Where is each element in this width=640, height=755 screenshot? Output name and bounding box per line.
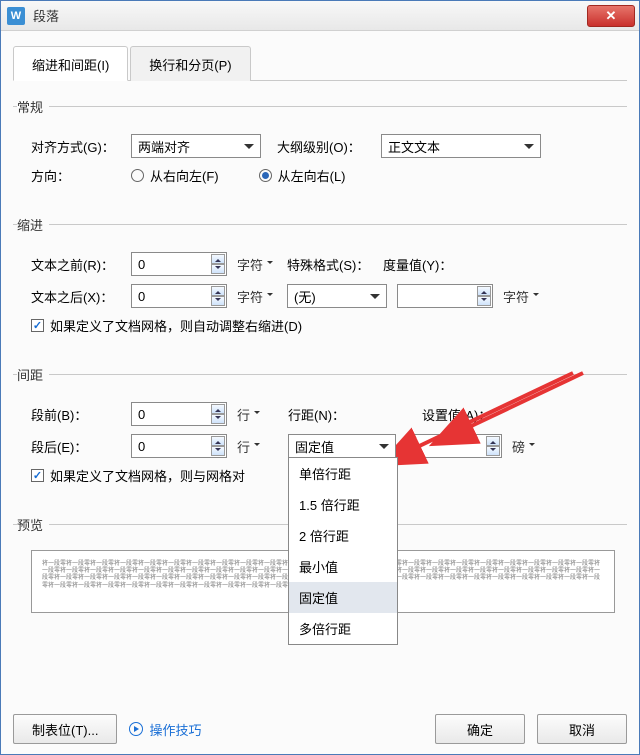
radio-icon <box>131 169 144 182</box>
label-space-before: 段前(B)： <box>31 405 121 424</box>
label-indent-after: 文本之后(X)： <box>31 287 121 306</box>
tab-indent-spacing[interactable]: 缩进和间距(I) <box>13 46 128 81</box>
section-spacing: 间距 段前(B)： 0 行 行距(N)： 设置值(A)： 段后(E)： 0 行 … <box>13 365 627 499</box>
unit-char-3[interactable]: 字符 <box>503 287 539 306</box>
label-alignment: 对齐方式(G)： <box>31 137 121 156</box>
label-line-spacing: 行距(N)： <box>288 405 368 424</box>
radio-rtl[interactable]: 从右向左(F) <box>131 166 219 185</box>
paragraph-dialog: W 段落 ✕ 缩进和间距(I) 换行和分页(P) 常规 对齐方式(G)： 两端对… <box>0 0 640 755</box>
checkbox-icon: ✓ <box>31 469 44 482</box>
select-special-format[interactable]: (无) <box>287 284 387 308</box>
close-icon: ✕ <box>606 8 617 24</box>
checkbox-icon: ✓ <box>31 319 44 332</box>
spin-set-value[interactable]: 1 <box>406 434 502 458</box>
spin-space-before[interactable]: 0 <box>131 402 227 426</box>
unit-line-2[interactable]: 行 <box>237 437 260 456</box>
section-indent: 缩进 文本之前(R)： 0 字符 特殊格式(S)： 度量值(Y)： 文本之后(X… <box>13 215 627 349</box>
ok-button[interactable]: 确定 <box>435 714 525 744</box>
select-outline-level[interactable]: 正文文本 <box>381 134 541 158</box>
dropdown-item[interactable]: 最小值 <box>289 551 397 582</box>
section-general: 常规 对齐方式(G)： 两端对齐 大纲级别(O)： 正文文本 方向： 从右向左(… <box>13 97 627 199</box>
radio-icon-checked <box>259 169 272 182</box>
label-indent-before: 文本之前(R)： <box>31 255 121 274</box>
titlebar: W 段落 ✕ <box>1 1 639 31</box>
tab-stops-button[interactable]: 制表位(T)... <box>13 714 117 744</box>
unit-char-1[interactable]: 字符 <box>237 255 273 274</box>
window-title: 段落 <box>33 6 587 25</box>
check-snap-to-grid[interactable]: ✓如果定义了文档网格，则与网格对 <box>31 466 245 485</box>
dropdown-line-spacing: 单倍行距 1.5 倍行距 2 倍行距 最小值 固定值 多倍行距 <box>288 457 398 645</box>
label-direction: 方向： <box>31 166 121 185</box>
spin-space-after[interactable]: 0 <box>131 434 227 458</box>
dropdown-item[interactable]: 2 倍行距 <box>289 520 397 551</box>
unit-line-1[interactable]: 行 <box>237 405 260 424</box>
select-line-spacing[interactable]: 固定值 单倍行距 1.5 倍行距 2 倍行距 最小值 固定值 多倍行距 <box>288 434 396 458</box>
legend-preview: 预览 <box>17 515 49 534</box>
select-alignment[interactable]: 两端对齐 <box>131 134 261 158</box>
legend-indent: 缩进 <box>17 215 49 234</box>
app-logo-icon: W <box>7 7 25 25</box>
label-measure-value: 度量值(Y)： <box>383 255 463 274</box>
label-set-value: 设置值(A)： <box>422 405 502 424</box>
cancel-button[interactable]: 取消 <box>537 714 627 744</box>
spin-indent-after[interactable]: 0 <box>131 284 227 308</box>
dialog-footer: 制表位(T)... 操作技巧 确定 取消 <box>13 714 627 744</box>
legend-spacing: 间距 <box>17 365 49 384</box>
check-auto-adjust-indent[interactable]: ✓如果定义了文档网格，则自动调整右缩进(D) <box>31 316 302 335</box>
radio-ltr[interactable]: 从左向右(L) <box>259 166 346 185</box>
dropdown-item-selected[interactable]: 固定值 <box>289 582 397 613</box>
close-button[interactable]: ✕ <box>587 5 635 27</box>
dropdown-item[interactable]: 单倍行距 <box>289 458 397 489</box>
tabs: 缩进和间距(I) 换行和分页(P) <box>13 45 627 81</box>
label-space-after: 段后(E)： <box>31 437 121 456</box>
tips-link[interactable]: 操作技巧 <box>129 720 201 739</box>
dropdown-item[interactable]: 1.5 倍行距 <box>289 489 397 520</box>
label-special-format: 特殊格式(S)： <box>287 255 373 274</box>
spin-indent-before[interactable]: 0 <box>131 252 227 276</box>
unit-char-2[interactable]: 字符 <box>237 287 273 306</box>
dropdown-item[interactable]: 多倍行距 <box>289 613 397 644</box>
unit-point[interactable]: 磅 <box>512 437 535 456</box>
legend-general: 常规 <box>17 97 49 116</box>
play-icon <box>129 722 143 736</box>
spin-measure-value[interactable] <box>397 284 493 308</box>
tab-line-page-break[interactable]: 换行和分页(P) <box>130 46 250 81</box>
label-outline-level: 大纲级别(O)： <box>277 137 371 156</box>
dialog-content: 缩进和间距(I) 换行和分页(P) 常规 对齐方式(G)： 两端对齐 大纲级别(… <box>1 31 639 679</box>
